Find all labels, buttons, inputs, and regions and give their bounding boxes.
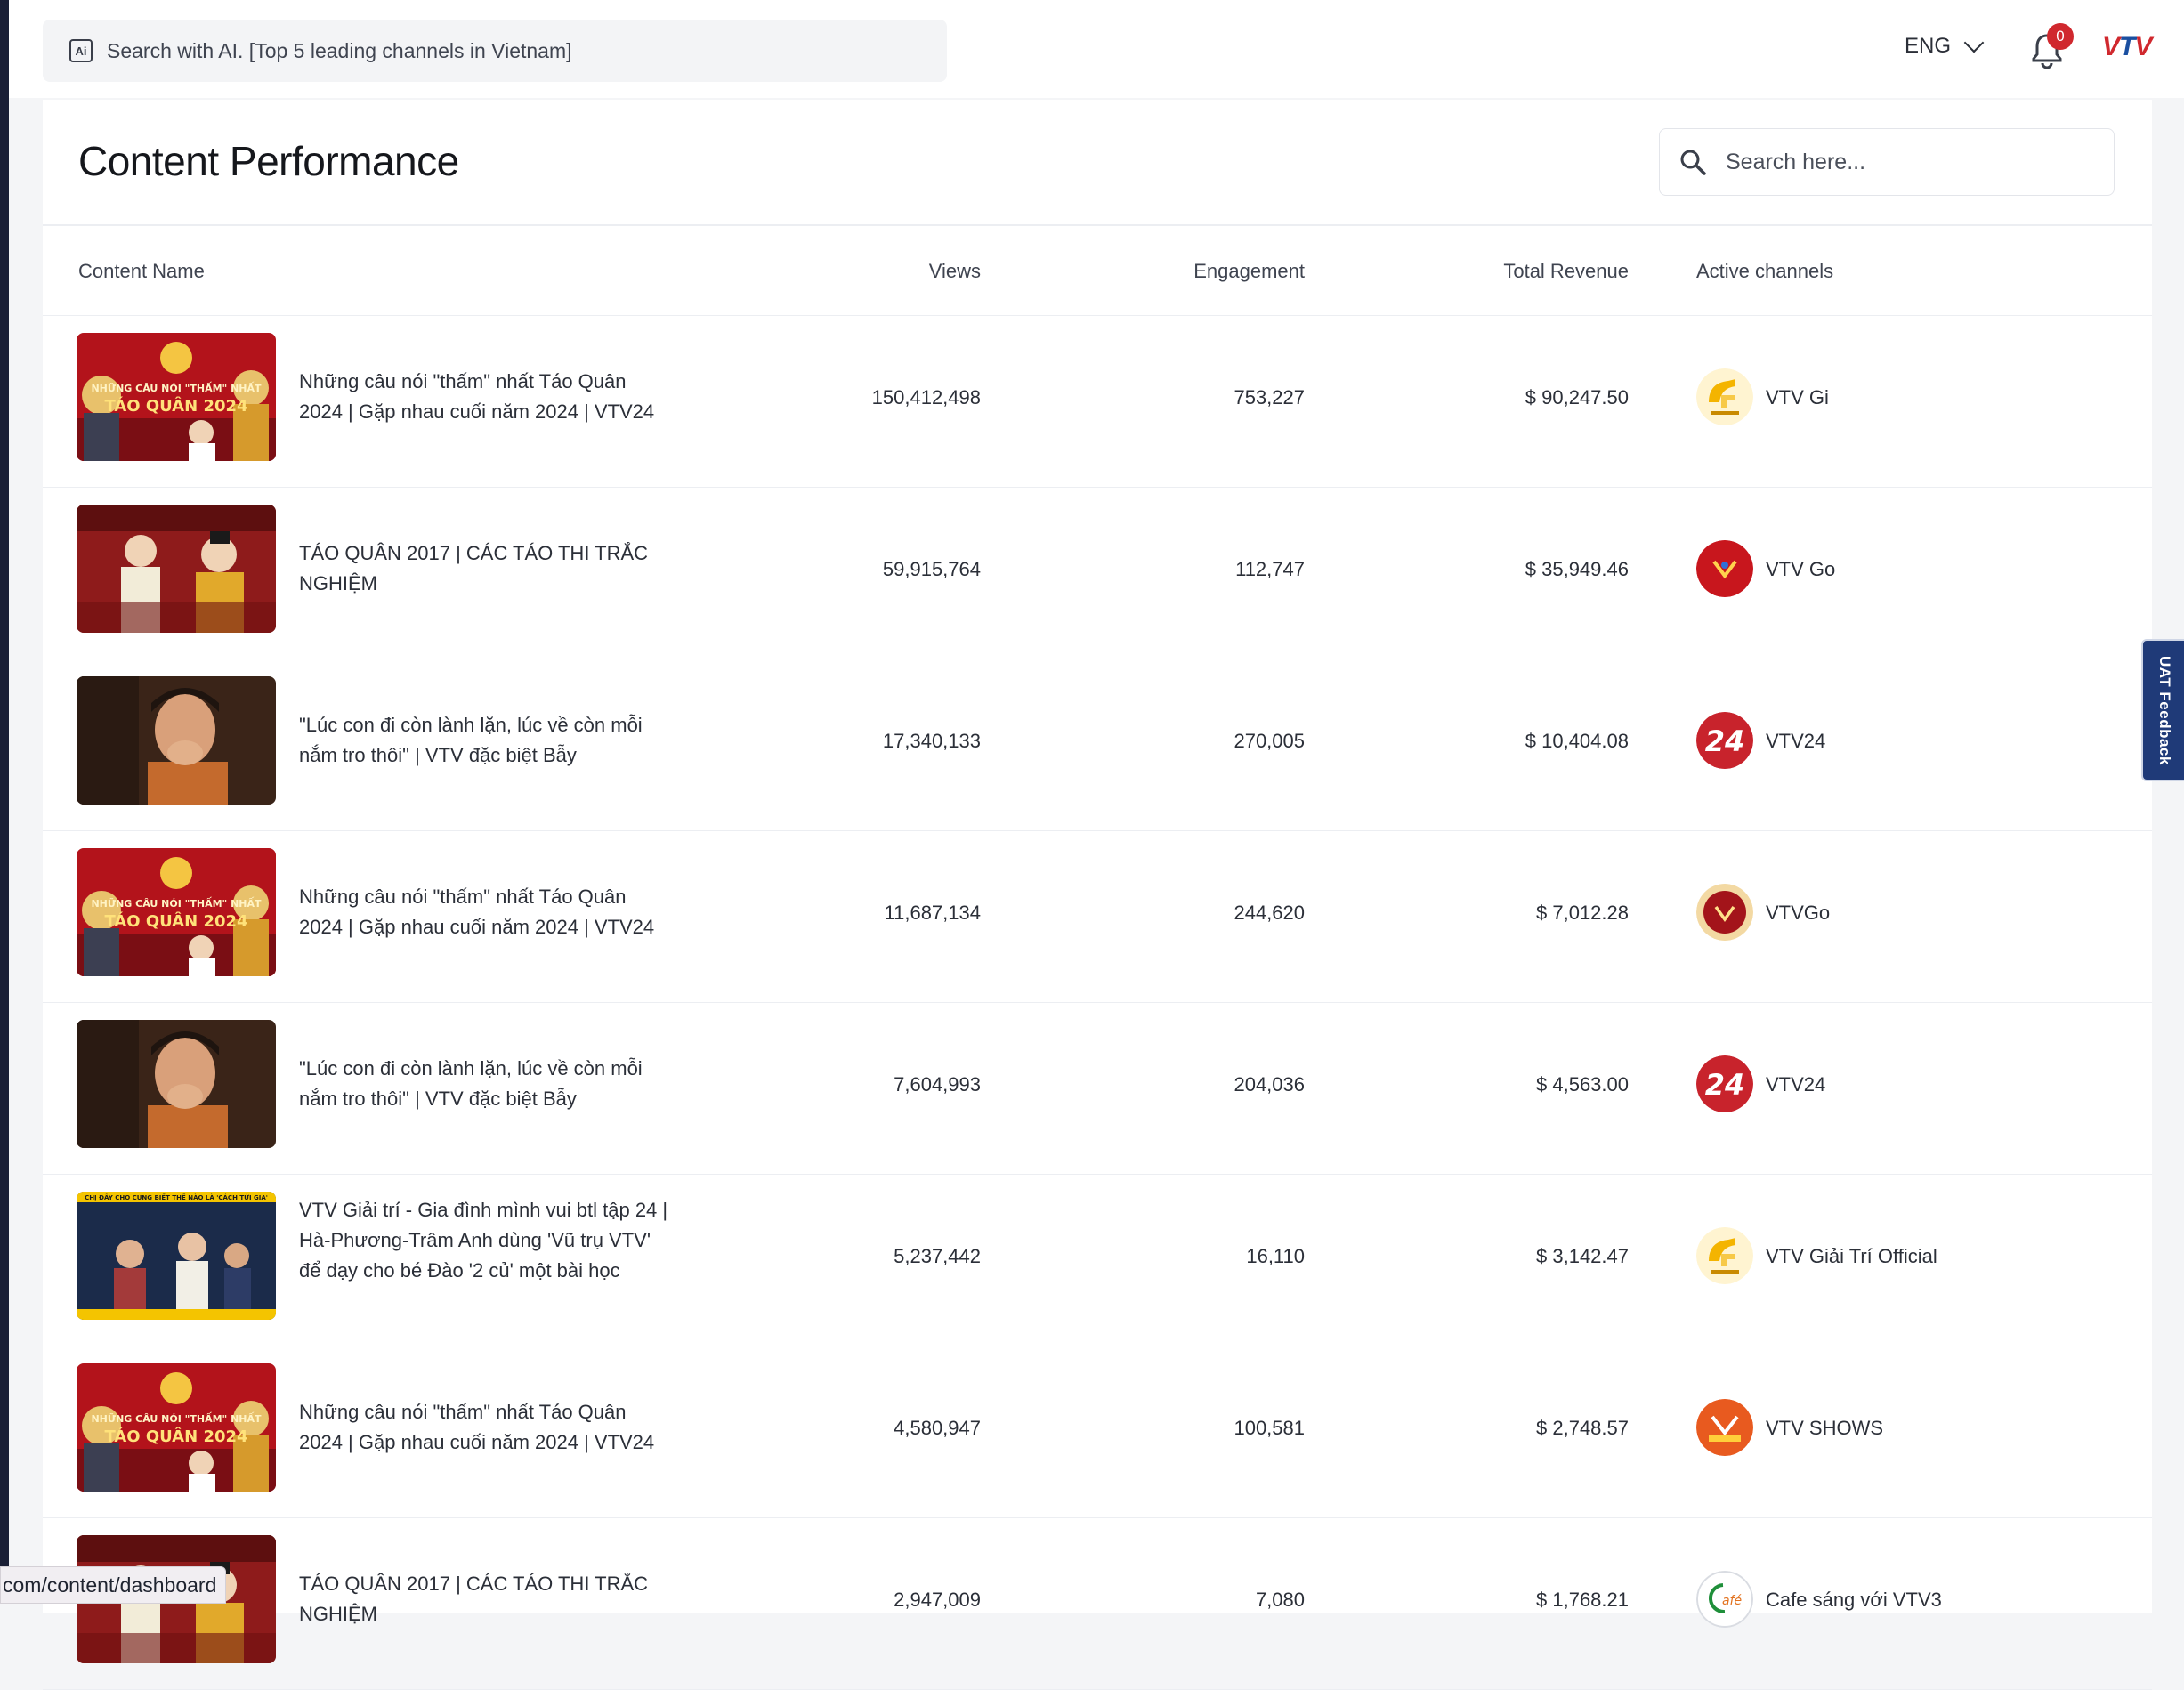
svg-text:24: 24 (1705, 1068, 1745, 1102)
svg-text:24: 24 (1705, 724, 1745, 758)
content-title[interactable]: VTV Giải trí - Gia đình mình vui btl tập… (299, 1195, 673, 1286)
svg-text:afé: afé (1722, 1594, 1743, 1608)
page-title: Content Performance (78, 138, 459, 184)
views-value: 7,604,993 (894, 1073, 981, 1096)
channel-name[interactable]: VTVGo (1766, 902, 1830, 925)
channel-logo-icon: 24 (1696, 1055, 1753, 1112)
table-row[interactable]: NHỮNG CÂU NÓI "THẤM" NHẤT TÁO QUÂN 2024 … (43, 315, 2152, 488)
notification-badge: 0 (2047, 23, 2074, 50)
svg-text:TÁO QUÂN 2024: TÁO QUÂN 2024 (104, 1427, 247, 1446)
content-performance-card: Content Performance Content Name Views E… (43, 100, 2152, 1690)
views-value: 59,915,764 (882, 558, 981, 580)
engagement-value: 100,581 (1234, 1417, 1305, 1439)
channel-logo-icon (1696, 1227, 1753, 1284)
engagement-value: 753,227 (1234, 386, 1305, 408)
brand-logo[interactable]: VTV (2102, 32, 2152, 62)
revenue-value: $ 4,563.00 (1536, 1073, 1629, 1096)
search-icon (1680, 150, 1706, 175)
table-header: Content Name Views Engagement Total Reve… (43, 224, 2152, 316)
top-bar: Ai Search with AI. [Top 5 leading channe… (9, 0, 2184, 98)
channel-logo-icon: 24 (1696, 712, 1753, 769)
engagement-value: 204,036 (1234, 1073, 1305, 1096)
content-title[interactable]: Những câu nói "thấm" nhất Táo Quân 2024 … (299, 367, 673, 427)
content-thumbnail[interactable] (77, 676, 276, 805)
channel-name[interactable]: VTV SHOWS (1766, 1417, 1883, 1440)
ai-search-text: Search with AI. [Top 5 leading channels … (107, 38, 572, 62)
engagement-value: 244,620 (1234, 902, 1305, 924)
content-title[interactable]: TÁO QUÂN 2017 | CÁC TÁO THI TRẮC NGHIỆM (299, 1569, 673, 1629)
channel-name[interactable]: VTV24 (1766, 730, 1825, 753)
table-row[interactable]: TÁO QUÂN 2017 | CÁC TÁO THI TRẮC NGHIỆM … (43, 1517, 2152, 1690)
window-edge (0, 0, 9, 1602)
content-thumbnail[interactable] (77, 1020, 276, 1148)
content-thumbnail[interactable]: NHỮNG CÂU NÓI "THẤM" NHẤT TÁO QUÂN 2024 (77, 333, 276, 461)
header-active-channels[interactable]: Active channels (1696, 260, 1833, 283)
svg-text:CHỊ ĐÂY CHO CUNG BIẾT THẾ NÀO: CHỊ ĐÂY CHO CUNG BIẾT THẾ NÀO LÀ 'CÁCH T… (85, 1193, 268, 1201)
search-box[interactable] (1659, 128, 2115, 196)
status-url: com/content/dashboard (0, 1566, 227, 1604)
engagement-value: 16,110 (1246, 1245, 1305, 1267)
channel-name[interactable]: VTV24 (1766, 1073, 1825, 1096)
table-row[interactable]: "Lúc con đi còn lành lặn, lúc về còn mỗi… (43, 659, 2152, 831)
content-title[interactable]: "Lúc con đi còn lành lặn, lúc về còn mỗi… (299, 1054, 673, 1114)
svg-text:TÁO QUÂN 2024: TÁO QUÂN 2024 (104, 911, 247, 931)
revenue-value: $ 90,247.50 (1525, 386, 1629, 408)
content-thumbnail[interactable]: NHỮNG CÂU NÓI "THẤM" NHẤT TÁO QUÂN 2024 (77, 848, 276, 976)
search-input[interactable] (1724, 148, 2083, 176)
engagement-value: 270,005 (1234, 730, 1305, 752)
views-value: 4,580,947 (894, 1417, 981, 1439)
svg-text:NHỮNG CÂU NÓI "THẤM" NHẤT: NHỮNG CÂU NÓI "THẤM" NHẤT (91, 381, 262, 394)
chevron-down-icon (1963, 32, 1985, 53)
table-row[interactable]: TÁO QUÂN 2017 | CÁC TÁO THI TRẮC NGHIỆM … (43, 487, 2152, 659)
channel-logo-icon (1696, 1399, 1753, 1456)
views-value: 11,687,134 (884, 902, 981, 924)
engagement-value: 7,080 (1255, 1589, 1305, 1611)
header-engagement[interactable]: Engagement (1127, 260, 1305, 283)
channel-logo-icon (1696, 884, 1753, 941)
content-title[interactable]: Những câu nói "thấm" nhất Táo Quân 2024 … (299, 1397, 673, 1458)
views-value: 17,340,133 (882, 730, 981, 752)
content-title[interactable]: Những câu nói "thấm" nhất Táo Quân 2024 … (299, 882, 673, 942)
views-value: 150,412,498 (871, 386, 981, 408)
channel-name[interactable]: VTV Gi (1766, 386, 1829, 409)
channel-logo-icon (1696, 540, 1753, 597)
engagement-value: 112,747 (1235, 558, 1305, 580)
channel-name[interactable]: Cafe sáng với VTV3 (1766, 1589, 1942, 1612)
table-row[interactable]: NHỮNG CÂU NÓI "THẤM" NHẤT TÁO QUÂN 2024 … (43, 830, 2152, 1003)
revenue-value: $ 7,012.28 (1536, 902, 1629, 924)
table-row[interactable]: CHỊ ĐÂY CHO CUNG BIẾT THẾ NÀO LÀ 'CÁCH T… (43, 1174, 2152, 1346)
svg-text:TÁO QUÂN 2024: TÁO QUÂN 2024 (104, 396, 247, 416)
svg-text:NHỮNG CÂU NÓI "THẤM" NHẤT: NHỮNG CÂU NÓI "THẤM" NHẤT (91, 896, 262, 910)
content-title[interactable]: "Lúc con đi còn lành lặn, lúc về còn mỗi… (299, 710, 673, 771)
revenue-value: $ 2,748.57 (1536, 1417, 1629, 1439)
ai-search-bar[interactable]: Ai Search with AI. [Top 5 leading channe… (43, 20, 947, 82)
views-value: 5,237,442 (894, 1245, 981, 1267)
table-row[interactable]: NHỮNG CÂU NÓI "THẤM" NHẤT TÁO QUÂN 2024 … (43, 1346, 2152, 1518)
revenue-value: $ 3,142.47 (1536, 1245, 1629, 1267)
ai-icon: Ai (69, 39, 93, 62)
views-value: 2,947,009 (894, 1589, 981, 1611)
header-views[interactable]: Views (803, 260, 981, 283)
svg-text:NHỮNG CÂU NÓI "THẤM" NHẤT: NHỮNG CÂU NÓI "THẤM" NHẤT (91, 1411, 262, 1425)
content-thumbnail[interactable]: NHỮNG CÂU NÓI "THẤM" NHẤT TÁO QUÂN 2024 (77, 1363, 276, 1492)
header-content-name[interactable]: Content Name (78, 260, 205, 283)
language-selector[interactable]: ENG (1905, 32, 1985, 59)
table-row[interactable]: "Lúc con đi còn lành lặn, lúc về còn mỗi… (43, 1002, 2152, 1175)
revenue-value: $ 35,949.46 (1525, 558, 1629, 580)
channel-logo-icon (1696, 368, 1753, 425)
content-thumbnail[interactable]: CHỊ ĐÂY CHO CUNG BIẾT THẾ NÀO LÀ 'CÁCH T… (77, 1192, 276, 1320)
channel-name[interactable]: VTV Go (1766, 558, 1835, 581)
header-total-revenue[interactable]: Total Revenue (1406, 260, 1629, 283)
channel-logo-icon: afé (1696, 1571, 1753, 1628)
channel-name[interactable]: VTV Giải Trí Official (1766, 1245, 1937, 1268)
uat-feedback-tab[interactable]: UAT Feedback (2141, 639, 2184, 781)
language-label: ENG (1905, 34, 1952, 58)
revenue-value: $ 1,768.21 (1536, 1589, 1629, 1611)
revenue-value: $ 10,404.08 (1525, 730, 1629, 752)
content-title[interactable]: TÁO QUÂN 2017 | CÁC TÁO THI TRẮC NGHIỆM (299, 538, 673, 599)
content-thumbnail[interactable] (77, 505, 276, 633)
